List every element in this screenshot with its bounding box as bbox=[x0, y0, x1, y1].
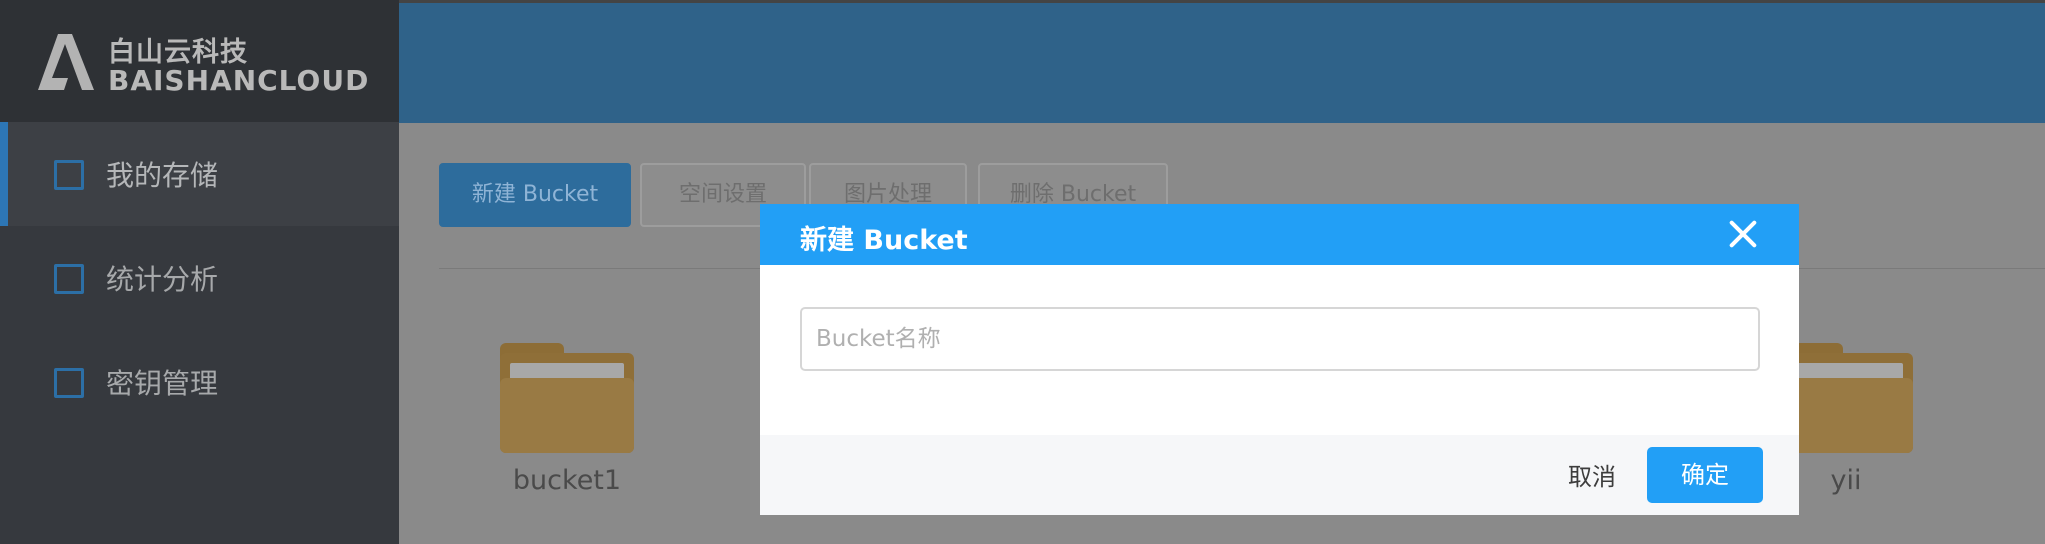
baishan-logo-icon bbox=[38, 34, 94, 90]
bucket-folder[interactable]: yii bbox=[1779, 343, 1913, 496]
sidebar-item-label: 密钥管理 bbox=[106, 367, 219, 400]
cancel-button[interactable]: 取消 bbox=[1540, 449, 1644, 505]
sidebar-item-key-management[interactable]: 密钥管理 bbox=[0, 330, 399, 434]
confirm-button[interactable]: 确定 bbox=[1647, 447, 1763, 503]
close-icon[interactable] bbox=[1727, 218, 1759, 250]
bucket-name: yii bbox=[1830, 465, 1862, 496]
sidebar-item-statistics[interactable]: 统计分析 bbox=[0, 226, 399, 330]
bucket-name: bucket1 bbox=[512, 465, 622, 496]
brand-name-en: BAISHANCLOUD bbox=[108, 64, 370, 97]
bucket-folder[interactable]: bucket1 bbox=[500, 343, 634, 496]
bucket-name-input[interactable] bbox=[800, 307, 1760, 371]
folder-icon bbox=[500, 343, 634, 453]
brand-logo[interactable]: 白山云科技 BAISHANCLOUD bbox=[0, 0, 399, 122]
sidebar-item-label: 我的存储 bbox=[106, 159, 219, 192]
sidebar: 白山云科技 BAISHANCLOUD 我的存储 统计分析 密钥管理 bbox=[0, 0, 399, 544]
dialog-footer: 取消 确定 bbox=[760, 435, 1799, 515]
sidebar-item-label: 统计分析 bbox=[106, 263, 219, 296]
storage-icon bbox=[54, 160, 84, 190]
folder-icon bbox=[1779, 343, 1913, 453]
dialog-header: 新建 Bucket bbox=[760, 204, 1799, 265]
new-bucket-button[interactable]: 新建 Bucket bbox=[439, 163, 631, 227]
top-header bbox=[399, 0, 2045, 123]
dialog-title: 新建 Bucket bbox=[800, 225, 968, 256]
new-bucket-dialog: 新建 Bucket 取消 确定 bbox=[760, 204, 1799, 515]
sidebar-item-my-storage[interactable]: 我的存储 bbox=[0, 122, 399, 226]
key-icon bbox=[54, 368, 84, 398]
bar-chart-icon bbox=[54, 264, 84, 294]
